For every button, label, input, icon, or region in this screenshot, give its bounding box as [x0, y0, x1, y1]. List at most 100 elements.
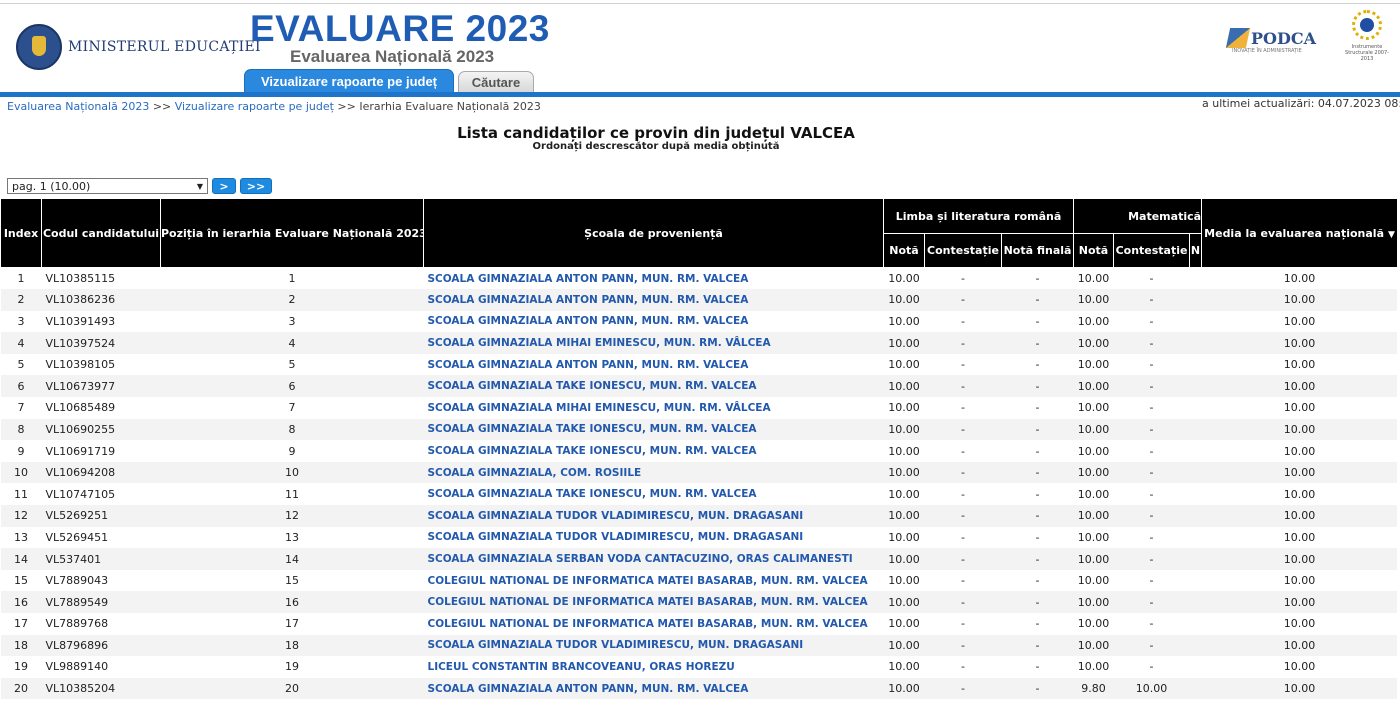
col-header-index[interactable]: Index: [0, 198, 42, 268]
col-header-m-contestatie[interactable]: Contestație: [1113, 233, 1191, 268]
cell-school-link[interactable]: SCOALA GIMNAZIALA TUDOR VLADIMIRESCU, MU…: [423, 634, 884, 657]
cell-m-nota: 10.00: [1073, 505, 1114, 527]
page-select[interactable]: pag. 1 (10.00) ▼: [7, 178, 208, 194]
cell-position: 16: [160, 591, 424, 613]
romania-crest-icon: [16, 24, 62, 70]
col-header-school[interactable]: Școala de proveniență: [423, 198, 884, 268]
cell-ro-nota-finala: -: [1035, 444, 1040, 458]
cell-ro-nota-finala: -: [1001, 418, 1074, 441]
cell-candidate-code: VL7889043: [45, 574, 109, 588]
cell-school-link[interactable]: LICEUL CONSTANTIN BRANCOVEANU, ORAS HORE…: [424, 656, 884, 678]
tab-search[interactable]: Căutare: [458, 71, 534, 93]
table-row: 18 VL8796896 18 SCOALA GIMNAZIALA TUDOR VLA…: [0, 634, 1397, 657]
podca-logo[interactable]: PODCA: [1225, 28, 1316, 48]
col-header-ro-nota[interactable]: Notă: [883, 233, 925, 268]
cell-position: 10: [160, 461, 424, 484]
cell-index: 9: [17, 444, 25, 458]
table-row: 3 VL10391493 3 SCOALA GIMNAZIALA ANTON PANN…: [1, 311, 1398, 333]
cell-ro-nota: 10.00: [883, 548, 925, 570]
col-header-m-nota[interactable]: Notă: [1073, 233, 1115, 268]
tab-county-reports[interactable]: Vizualizare rapoarte pe județ: [244, 69, 454, 93]
cell-ro-nota: 10.00: [883, 634, 925, 657]
site-header: MINISTERUL EDUCAȚIEI EVALUARE 2023 Evalu…: [0, 0, 1400, 97]
cell-index: 14: [0, 548, 42, 570]
cell-ro-nota-finala: -: [1035, 660, 1040, 674]
cell-ro-nota-finala: -: [1001, 591, 1074, 613]
cell-media: 10.00: [1283, 530, 1316, 544]
cell-school-link[interactable]: SCOALA GIMNAZIALA ANTON PANN, MUN. RM. V…: [424, 268, 884, 290]
cell-school-link[interactable]: SCOALA GIMNAZIALA MIHAI EMINESCU, MUN. R…: [423, 332, 884, 354]
cell-school-link[interactable]: SCOALA GIMNAZIALA ANTON PANN, MUN. RM. V…: [424, 311, 884, 333]
cell-media: 10.00: [1283, 358, 1316, 372]
cell-school-link[interactable]: SCOALA GIMNAZIALA ANTON PANN, MUN. RM. V…: [423, 289, 884, 311]
cell-m-nota: 10.00: [1073, 548, 1114, 570]
cell-ro-nota-finala: -: [1035, 617, 1040, 631]
cell-school-link[interactable]: SCOALA GIMNAZIALA TUDOR VLADIMIRESCU, MU…: [424, 527, 884, 549]
cell-m-nota-finala: [1190, 354, 1202, 376]
cell-media: 10.00: [1283, 444, 1316, 458]
cell-school-link[interactable]: SCOALA GIMNAZIALA, COM. ROSIILE: [423, 461, 884, 484]
cell-ro-nota: 10.00: [888, 487, 920, 501]
cell-ro-nota-finala: -: [1035, 530, 1040, 544]
cell-media: 10.00: [1283, 660, 1316, 674]
cell-ro-nota: 10.00: [883, 289, 925, 311]
cell-index: 20: [0, 677, 42, 700]
cell-position: 17: [285, 617, 299, 631]
cell-school-link[interactable]: SCOALA GIMNAZIALA TAKE IONESCU, MUN. RM.…: [423, 418, 884, 441]
cell-position: 1: [288, 272, 296, 286]
table-row: 19 VL9889140 19 LICEUL CONSTANTIN BRANCOVEA…: [1, 656, 1398, 678]
table-row: 1 VL10385115 1 SCOALA GIMNAZIALA ANTON PANN…: [1, 268, 1398, 290]
table-row: 16 VL7889549 16 COLEGIUL NATIONAL DE INFORM…: [0, 591, 1397, 613]
table-row: 6 VL10673977 6 SCOALA GIMNAZIALA TAKE IONES…: [0, 375, 1397, 398]
cell-m-nota: 10.00: [1073, 332, 1114, 354]
cell-m-contestatie: -: [1113, 461, 1190, 484]
cell-m-nota-finala: [1190, 397, 1202, 419]
cell-school-link[interactable]: SCOALA GIMNAZIALA TAKE IONESCU, MUN. RM.…: [424, 483, 884, 505]
cell-school-link[interactable]: SCOALA GIMNAZIALA ANTON PANN, MUN. RM. V…: [424, 354, 884, 376]
cell-position: 8: [160, 418, 424, 441]
col-header-code[interactable]: Codul candidatului: [41, 198, 161, 268]
cell-school-link[interactable]: SCOALA GIMNAZIALA TAKE IONESCU, MUN. RM.…: [424, 440, 884, 462]
cell-ro-contestatie: -: [961, 530, 965, 544]
cell-m-nota-finala: [1189, 677, 1202, 700]
col-header-ro-nota-finala[interactable]: Notă finală: [1000, 233, 1075, 268]
cell-position: 11: [285, 487, 299, 501]
cell-position: 9: [288, 444, 296, 458]
cell-school-link[interactable]: SCOALA GIMNAZIALA TAKE IONESCU, MUN. RM.…: [423, 375, 884, 398]
cell-school-link[interactable]: COLEGIUL NATIONAL DE INFORMATICA MATEI B…: [423, 591, 884, 613]
cell-school-link[interactable]: COLEGIUL NATIONAL DE INFORMATICA MATEI B…: [424, 570, 884, 592]
cell-m-nota: 10.00: [1077, 272, 1110, 286]
cell-m-nota-finala: [1190, 613, 1202, 635]
cell-m-nota: 10.00: [1077, 574, 1110, 588]
cell-index: 15: [14, 574, 28, 588]
cell-m-nota-finala: [1190, 311, 1202, 333]
cell-index: 5: [17, 358, 25, 372]
breadcrumb-separator: >>: [337, 100, 356, 113]
cell-ro-nota: 10.00: [883, 418, 925, 441]
cell-ro-nota: 10.00: [888, 660, 920, 674]
table-row: 4 VL10397524 4 SCOALA GIMNAZIALA MIHAI EMIN…: [0, 332, 1397, 354]
cell-media: 10.00: [1283, 487, 1316, 501]
cell-school-link[interactable]: SCOALA GIMNAZIALA TUDOR VLADIMIRESCU, MU…: [423, 505, 884, 527]
breadcrumb-home-link[interactable]: Evaluarea Națională 2023: [7, 100, 149, 113]
cell-candidate-code: VL7889768: [45, 617, 109, 631]
col-header-ro-contestatie[interactable]: Contestație: [924, 233, 1002, 268]
last-page-button[interactable]: >>: [240, 178, 272, 194]
next-page-button[interactable]: >: [212, 178, 236, 194]
col-header-media[interactable]: Media la evaluarea națională ▼: [1201, 198, 1397, 268]
chevron-down-icon: ▼: [196, 181, 203, 191]
cell-m-contestatie: -: [1149, 272, 1154, 286]
structural-instruments-text: Instrumente Structurale 2007-2013: [1345, 44, 1389, 62]
cell-school-link[interactable]: SCOALA GIMNAZIALA SERBAN VODA CANTACUZIN…: [423, 548, 884, 570]
cell-school-link[interactable]: SCOALA GIMNAZIALA ANTON PANN, MUN. RM. V…: [423, 677, 884, 700]
cell-school-link[interactable]: COLEGIUL NATIONAL DE INFORMATICA MATEI B…: [424, 613, 884, 635]
ministry-logo[interactable]: MINISTERUL EDUCAȚIEI: [16, 24, 261, 70]
cell-m-contestatie: -: [1149, 401, 1154, 415]
col-header-m-nota-finala[interactable]: N: [1189, 233, 1203, 268]
col-header-position[interactable]: Poziția în ierarhia Evaluare Națională 2…: [160, 198, 424, 268]
breadcrumb-reports-link[interactable]: Vizualizare rapoarte pe județ: [175, 100, 334, 113]
cell-m-contestatie: -: [1149, 444, 1154, 458]
cell-school-link[interactable]: SCOALA GIMNAZIALA MIHAI EMINESCU, MUN. R…: [424, 397, 884, 419]
results-table-container: Index Codul candidatului Poziția în iera…: [0, 198, 1397, 710]
cell-media: 10.00: [1201, 461, 1397, 484]
